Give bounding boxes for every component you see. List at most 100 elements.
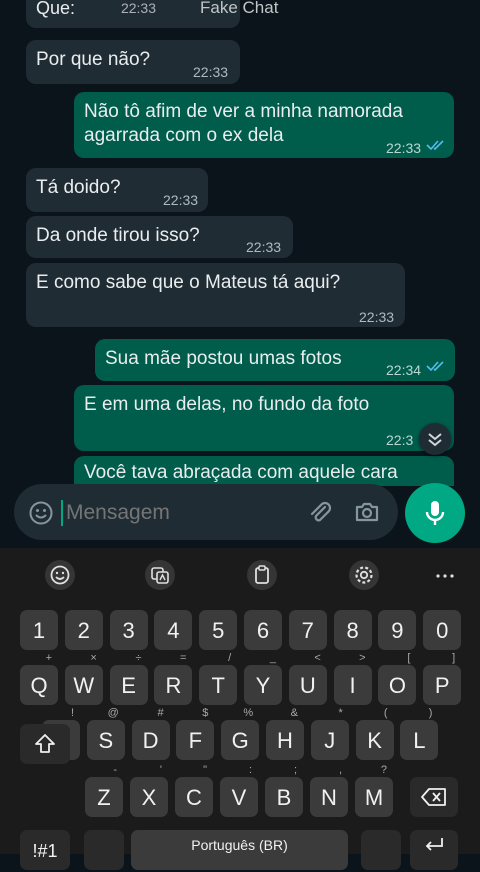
key-x[interactable]: X ' bbox=[130, 764, 168, 817]
key-secondary-symbol: * bbox=[338, 707, 343, 719]
message-bubble-incoming[interactable]: Tá doido? 22:33 bbox=[26, 168, 208, 212]
key-b[interactable]: B; bbox=[265, 764, 303, 817]
translate-icon bbox=[151, 567, 169, 584]
key-p[interactable]: P] bbox=[423, 652, 462, 705]
message-bubble-outgoing[interactable]: Você tava abraçada com aquele cara bbox=[74, 456, 454, 486]
emoji-icon bbox=[50, 565, 70, 585]
message-bubble-outgoing[interactable]: Sua mãe postou umas fotos 22:34 bbox=[95, 339, 455, 381]
emoji-keyboard-button[interactable] bbox=[45, 560, 75, 590]
key-label: 7 bbox=[301, 618, 314, 643]
clipboard-button[interactable] bbox=[247, 560, 277, 590]
attach-clip-icon[interactable] bbox=[306, 498, 334, 526]
message-time: 22:3 bbox=[386, 432, 414, 448]
key-secondary-symbol: ! bbox=[70, 707, 74, 719]
key-secondary-symbol: + bbox=[45, 652, 52, 664]
read-ticks-icon bbox=[426, 140, 444, 151]
key-j[interactable]: J * bbox=[310, 707, 349, 760]
message-text: Por que não? bbox=[36, 49, 151, 70]
key-z[interactable]: Z- bbox=[85, 764, 123, 817]
key-5[interactable]: 5 bbox=[199, 610, 238, 650]
enter-key[interactable] bbox=[410, 830, 458, 870]
key-e[interactable]: E ÷ bbox=[109, 652, 148, 705]
key-secondary-symbol: ' bbox=[159, 764, 162, 776]
key-t[interactable]: T / bbox=[199, 652, 238, 705]
key-6[interactable]: 6 bbox=[244, 610, 282, 650]
key-d[interactable]: D # bbox=[131, 707, 170, 760]
period-key[interactable] bbox=[361, 830, 401, 870]
key-u[interactable]: U < bbox=[288, 652, 327, 705]
key-secondary-symbol: ; bbox=[293, 764, 297, 776]
more-options-button[interactable] bbox=[430, 560, 460, 590]
message-composer bbox=[14, 484, 398, 540]
backspace-key[interactable] bbox=[410, 777, 458, 817]
key-c[interactable]: C " bbox=[175, 764, 213, 817]
message-bubble-incoming[interactable]: Da onde tirou isso? 22:33 bbox=[26, 216, 293, 258]
emoji-icon[interactable] bbox=[28, 500, 54, 526]
key-label: L bbox=[413, 728, 426, 753]
message-text: E como sabe que o Mateus tá aqui? bbox=[36, 272, 341, 293]
space-key[interactable]: Português (BR) bbox=[131, 830, 348, 870]
key-3[interactable]: 3 bbox=[109, 610, 148, 650]
key-label: 2 bbox=[77, 618, 90, 643]
translate-button[interactable] bbox=[145, 560, 175, 590]
message-bubble-incoming[interactable]: Por que não? 22:33 bbox=[26, 40, 240, 84]
key-secondary-symbol: @ bbox=[107, 707, 119, 719]
key-secondary-symbol: < bbox=[314, 652, 321, 664]
camera-icon[interactable] bbox=[353, 498, 381, 526]
key-4[interactable]: 4 bbox=[154, 610, 193, 650]
key-f[interactable]: F $ bbox=[176, 707, 215, 760]
key-label: W bbox=[73, 673, 95, 698]
key-2[interactable]: 2 bbox=[64, 610, 103, 650]
message-bubble-outgoing[interactable]: E em uma delas, no fundo da foto 22:3 bbox=[74, 385, 454, 451]
message-text-line: Não tô afim de ver a minha namorada bbox=[84, 101, 403, 122]
key-secondary-symbol: # bbox=[157, 707, 164, 719]
key-n[interactable]: N, bbox=[310, 764, 348, 817]
message-bubble-outgoing[interactable]: Não tô afim de ver a minha namorada agar… bbox=[74, 92, 454, 158]
key-label: C bbox=[186, 785, 202, 810]
key-s[interactable]: S @ bbox=[86, 707, 125, 760]
key-8[interactable]: 8 bbox=[333, 610, 372, 650]
clipboard-icon bbox=[255, 565, 269, 584]
key-0[interactable]: 0 bbox=[423, 610, 462, 650]
key-label: J bbox=[324, 728, 336, 753]
comma-key[interactable] bbox=[84, 830, 124, 870]
keyboard-settings-button[interactable] bbox=[349, 560, 379, 590]
message-text: E em uma delas, no fundo da foto bbox=[84, 394, 370, 415]
key-h[interactable]: H & bbox=[266, 707, 304, 760]
scroll-to-bottom-button[interactable] bbox=[419, 423, 451, 455]
message-bubble-incoming[interactable]: E como sabe que o Mateus tá aqui? 22:33 bbox=[26, 263, 405, 327]
key-secondary-symbol: $ bbox=[202, 707, 209, 719]
message-time: 22:33 bbox=[386, 140, 422, 156]
key-v[interactable]: V: bbox=[220, 764, 258, 817]
message-time: 22:33 bbox=[120, 0, 156, 16]
key-9[interactable]: 9 bbox=[378, 610, 417, 650]
key-label: O bbox=[388, 673, 406, 698]
key-label: H bbox=[277, 728, 293, 753]
more-dots-icon bbox=[436, 574, 454, 578]
chat-title: Fake Chat bbox=[200, 0, 279, 17]
key-q[interactable]: Q + bbox=[20, 652, 58, 705]
key-r[interactable]: R = bbox=[154, 652, 193, 705]
key-m[interactable]: M? bbox=[355, 764, 393, 817]
shift-key[interactable] bbox=[20, 724, 70, 764]
key-label: 1 bbox=[32, 618, 46, 643]
key-label: P bbox=[434, 673, 450, 698]
key-o[interactable]: O[ bbox=[378, 652, 417, 705]
key-7[interactable]: 7 bbox=[288, 610, 327, 650]
key-1[interactable]: 1 bbox=[20, 610, 58, 650]
key-i[interactable]: I > bbox=[333, 652, 372, 705]
key-secondary-symbol: ] bbox=[452, 652, 456, 664]
key-g[interactable]: G% bbox=[221, 707, 260, 760]
key-label: F bbox=[188, 728, 203, 753]
key-label: U bbox=[299, 673, 316, 698]
key-label: G bbox=[231, 728, 249, 753]
key-y[interactable]: Y _ bbox=[244, 652, 282, 705]
key-l[interactable]: L) bbox=[400, 707, 439, 760]
key-w[interactable]: W × bbox=[64, 652, 103, 705]
key-label: 9 bbox=[391, 618, 404, 643]
key-secondary-symbol: : bbox=[248, 764, 252, 776]
voice-record-button[interactable] bbox=[405, 483, 465, 543]
symbols-key[interactable]: !#1 bbox=[20, 830, 70, 870]
key-k[interactable]: K( bbox=[355, 707, 394, 760]
message-input[interactable] bbox=[64, 495, 298, 531]
